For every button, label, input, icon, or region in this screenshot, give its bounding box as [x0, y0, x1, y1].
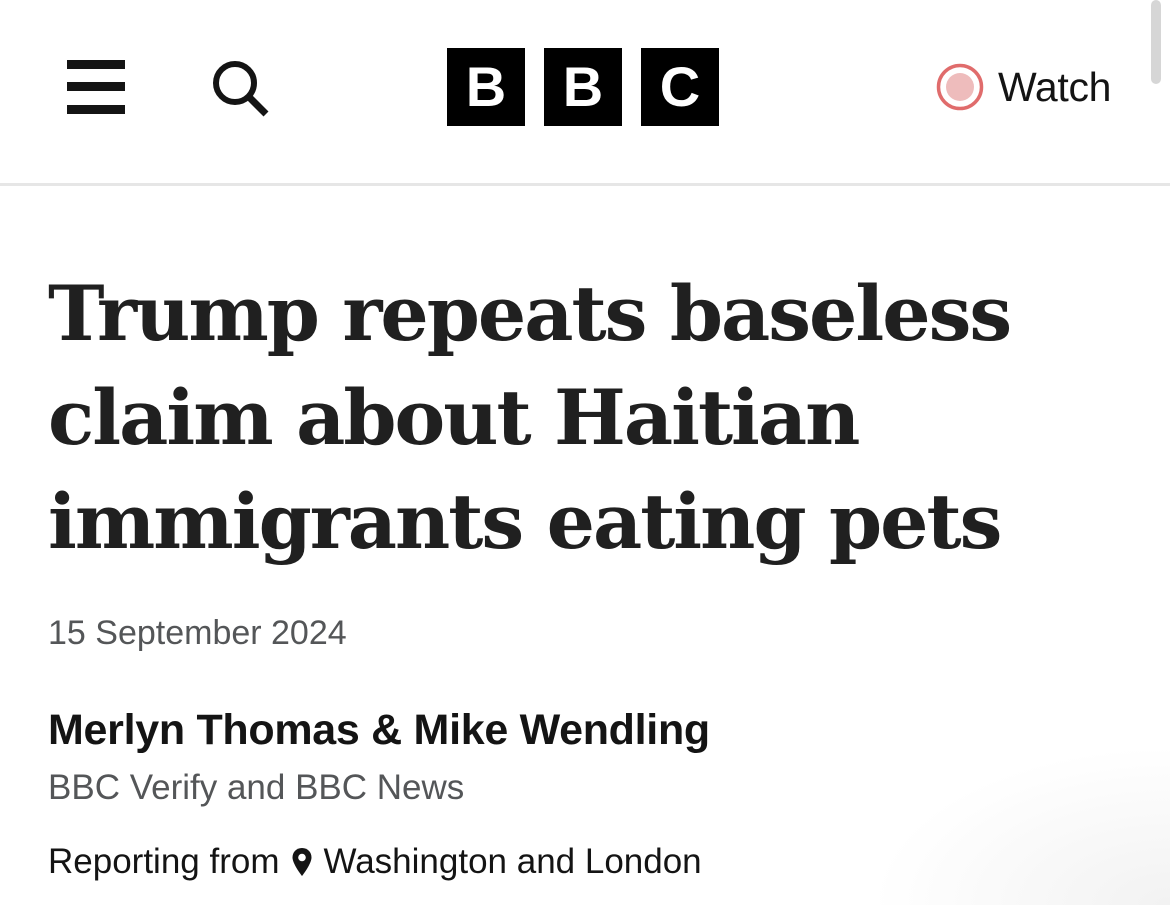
search-icon[interactable] — [210, 58, 272, 120]
reporting-location: Reporting from Washington and London — [48, 842, 702, 882]
watch-label: Watch — [998, 63, 1112, 110]
reporting-location-name: Washington and London — [323, 842, 702, 881]
article-headline: Trump repeats baseless claim about Haiti… — [48, 269, 1012, 566]
article-date: 15 September 2024 — [48, 614, 347, 652]
bbc-logo[interactable]: B B C — [447, 48, 719, 126]
live-record-icon — [936, 63, 984, 111]
logo-letter: B — [447, 48, 525, 126]
location-pin-icon — [292, 848, 312, 876]
reporting-label: Reporting from — [48, 842, 280, 881]
watch-button[interactable]: Watch — [935, 60, 1111, 114]
byline-authors[interactable]: Merlyn Thomas & Mike Wendling — [48, 706, 710, 755]
byline-organisation: BBC Verify and BBC News — [48, 768, 465, 807]
hamburger-menu-icon[interactable] — [67, 60, 125, 114]
scrollbar[interactable] — [1151, 0, 1161, 84]
logo-letter: C — [641, 48, 719, 126]
logo-letter: B — [544, 48, 622, 126]
site-header: B B C Watch — [0, 0, 1170, 186]
background-shade — [870, 745, 1170, 905]
